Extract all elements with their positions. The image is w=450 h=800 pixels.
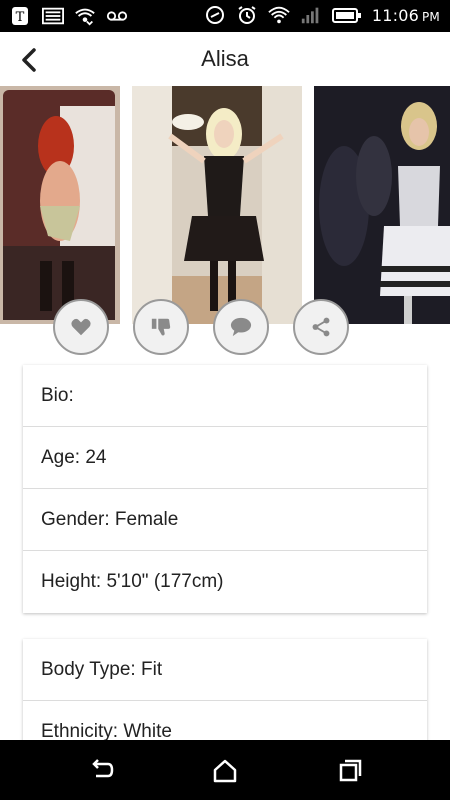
like-button[interactable] bbox=[53, 299, 109, 355]
nfc-icon bbox=[205, 6, 224, 24]
gender-row: Gender: Female bbox=[23, 489, 427, 551]
tmobile-icon: T bbox=[12, 7, 28, 25]
profile-info-card: Bio: Age: 24 Gender: Female Height: 5'10… bbox=[23, 365, 427, 613]
body-type-row: Body Type: Fit bbox=[23, 639, 427, 701]
battery-icon bbox=[331, 8, 361, 23]
alarm-icon bbox=[238, 6, 256, 24]
back-nav-icon[interactable] bbox=[84, 754, 116, 786]
photo-gallery[interactable] bbox=[0, 86, 450, 324]
clock: 11:06 PM bbox=[371, 5, 440, 25]
share-button[interactable] bbox=[293, 299, 349, 355]
height-row: Height: 5'10" (177cm) bbox=[41, 571, 224, 592]
dislike-button[interactable] bbox=[133, 299, 189, 355]
profile-photo-3[interactable] bbox=[314, 86, 450, 324]
signal-icon bbox=[301, 7, 319, 24]
status-bar: T 11:06 PM bbox=[0, 0, 450, 32]
bio-row: Bio: bbox=[23, 365, 427, 427]
share-icon bbox=[312, 317, 330, 337]
app-bar: Alisa bbox=[0, 32, 450, 86]
wifi-calling-icon bbox=[75, 8, 95, 26]
page-title: Alisa bbox=[201, 46, 249, 71]
thumbs-down-icon bbox=[151, 318, 171, 336]
message-button[interactable] bbox=[213, 299, 269, 355]
action-buttons bbox=[0, 299, 450, 359]
system-nav-bar bbox=[0, 740, 450, 800]
recents-nav-icon[interactable] bbox=[334, 754, 366, 786]
heart-icon bbox=[71, 318, 91, 336]
profile-photo-2[interactable] bbox=[132, 86, 302, 324]
home-nav-icon[interactable] bbox=[209, 754, 241, 786]
voicemail-icon bbox=[106, 11, 128, 21]
chat-bubble-icon bbox=[230, 317, 252, 337]
wifi-icon bbox=[268, 6, 290, 24]
image-icon bbox=[42, 7, 64, 25]
svg-text:T: T bbox=[16, 10, 25, 25]
profile-photo-1[interactable] bbox=[0, 86, 120, 324]
age-row: Age: 24 bbox=[23, 427, 427, 489]
